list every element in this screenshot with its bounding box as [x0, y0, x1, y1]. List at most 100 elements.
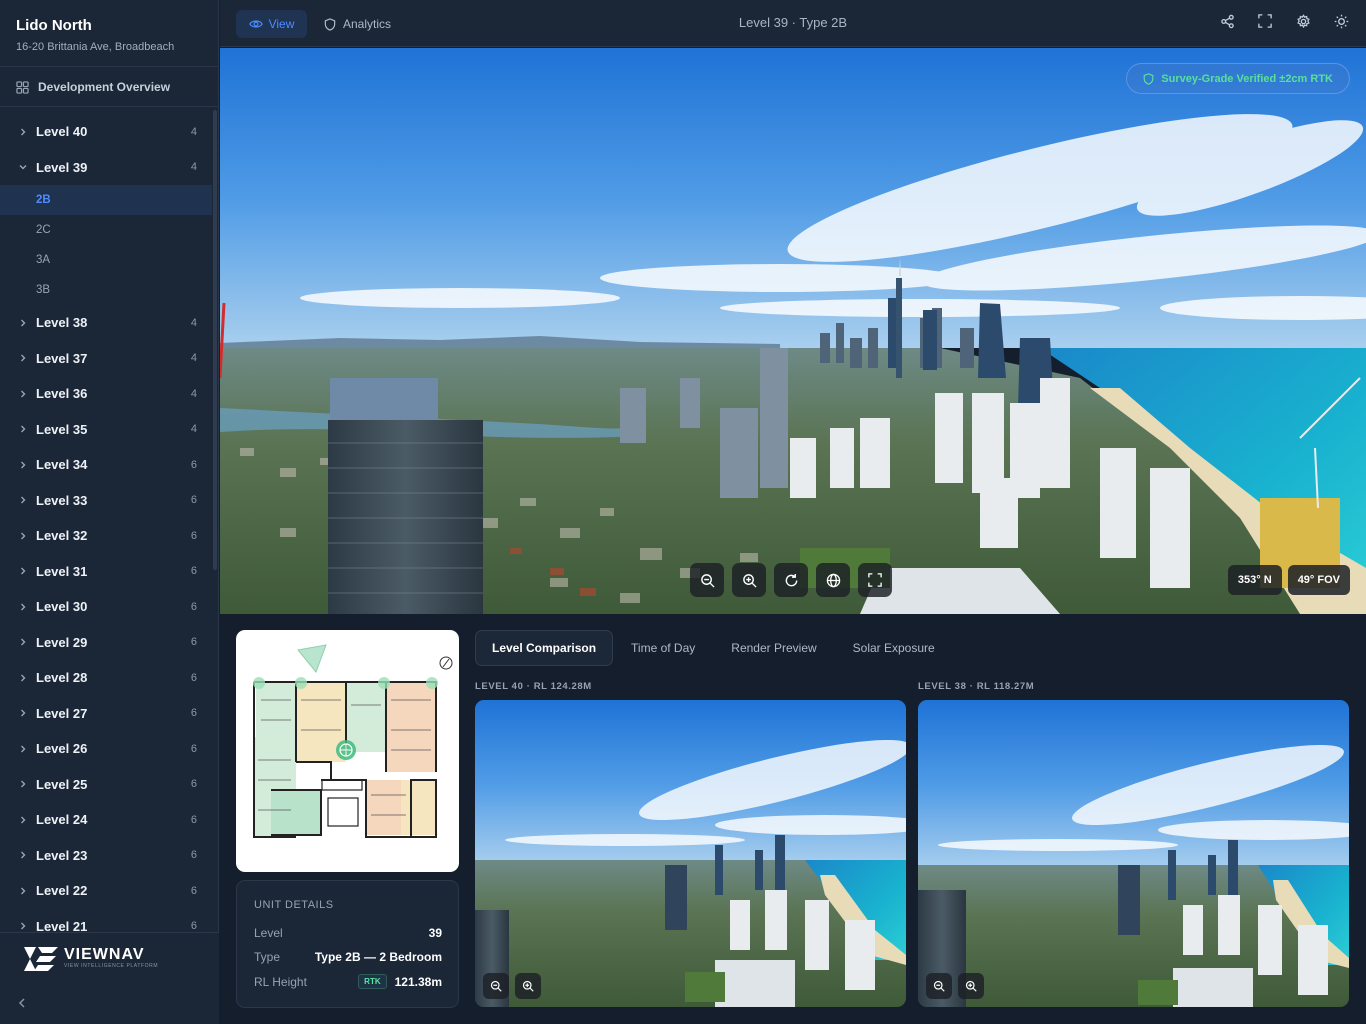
level-item-label: Level 34: [36, 457, 88, 473]
share-button[interactable]: [1218, 12, 1236, 30]
globe-icon: [826, 573, 840, 587]
chevron-right-icon: [21, 887, 26, 895]
development-overview-link[interactable]: Development Overview: [0, 68, 219, 107]
right-zoom-controls: [926, 973, 984, 999]
settings-button[interactable]: [1294, 12, 1312, 30]
rl-height-value: 121.38m: [394, 974, 442, 989]
chevron-right-icon: [21, 319, 26, 327]
sidebar-level-item[interactable]: Level 35 4: [0, 412, 212, 448]
sidebar-unit-item[interactable]: 2B: [0, 185, 212, 215]
sidebar-level-item[interactable]: Level 23 6: [0, 838, 212, 874]
level-item-label: Level 29: [36, 634, 88, 650]
chevron-right-icon: [21, 674, 26, 682]
settings-icon: [1296, 13, 1310, 28]
floor-plan-card[interactable]: [236, 630, 459, 872]
level-unit-count: 6: [190, 529, 197, 542]
theme-toggle-button[interactable]: [1332, 12, 1350, 30]
floor-plan-image: [253, 644, 453, 838]
sidebar-level-item[interactable]: Level 29 6: [0, 625, 212, 661]
right-comparison-label: LEVEL 38 · RL 118.27M: [918, 681, 1035, 692]
level-item-label: Level 22: [36, 883, 88, 899]
sidebar-level-item[interactable]: Level 22 6: [0, 873, 212, 909]
level-item-label: Level 35: [36, 421, 88, 437]
level-unit-count: 6: [190, 742, 197, 755]
sun-icon: [1334, 14, 1348, 28]
chevron-right-icon: [21, 532, 26, 540]
sidebar-scrollbar[interactable]: [213, 110, 217, 570]
sidebar-level-item[interactable]: Level 32 6: [0, 518, 212, 554]
level-item-label: Level 33: [36, 492, 88, 508]
level-item-label: Level 24: [36, 812, 88, 828]
zoom-out-button[interactable]: [690, 563, 724, 597]
left-zoom-controls: [483, 973, 541, 999]
chevron-right-icon: [21, 638, 26, 646]
zoom-in-icon: [522, 980, 534, 992]
level-unit-count: 6: [190, 458, 197, 471]
zoom-in-icon: [742, 573, 757, 588]
level-unit-count: 6: [190, 494, 197, 507]
type-label: Type: [254, 950, 281, 964]
collapse-sidebar-button[interactable]: [14, 995, 30, 1011]
level-unit-count: 6: [190, 600, 197, 613]
sidebar-level-item[interactable]: Level 36 4: [0, 376, 212, 412]
level-unit-count: 4: [190, 387, 197, 400]
sidebar-level-item[interactable]: Level 24 6: [0, 802, 212, 838]
comparison-tab[interactable]: Time of Day: [613, 630, 713, 666]
level-list: Level 40 4 Level 39 4 2B 2C 3A 3B Level 38 4 Level…: [0, 114, 212, 932]
right-zoom-in-button[interactable]: [958, 973, 984, 999]
sidebar-level-item[interactable]: Level 34 6: [0, 447, 212, 483]
project-name: Lido North: [16, 17, 92, 34]
level-label: Level: [254, 926, 283, 940]
sidebar-level-item[interactable]: Level 25 6: [0, 767, 212, 803]
sidebar-level-item[interactable]: Level 31 6: [0, 554, 212, 590]
level-unit-count: 6: [190, 636, 197, 649]
comparison-tab[interactable]: Level Comparison: [475, 630, 614, 666]
zoom-out-icon: [933, 980, 945, 992]
sidebar-level-item[interactable]: Level 33 6: [0, 483, 212, 519]
panorama-viewer[interactable]: Survey-Grade Verified ±2cm RTK 353° N 49…: [220, 48, 1366, 614]
zoom-in-button[interactable]: [732, 563, 766, 597]
level-value: 39: [428, 926, 442, 940]
chevron-right-icon: [21, 425, 26, 433]
sidebar-level-item[interactable]: Level 39 4: [0, 150, 212, 186]
logo-text: VIEWNAV: [64, 946, 145, 963]
level-item-label: Level 39: [36, 159, 88, 175]
reset-view-button[interactable]: [774, 563, 808, 597]
left-zoom-out-button[interactable]: [483, 973, 509, 999]
sidebar-unit-item[interactable]: 3A: [0, 245, 212, 275]
sidebar-level-item[interactable]: Level 21 6: [0, 909, 212, 932]
sidebar-level-item[interactable]: Level 38 4: [0, 305, 212, 341]
expand-button[interactable]: [858, 563, 892, 597]
sidebar-unit-item[interactable]: 2C: [0, 215, 212, 245]
logo-tagline: VIEW INTELLIGENCE PLATFORM: [64, 963, 159, 969]
fullscreen-button[interactable]: [1256, 12, 1274, 30]
sidebar: Lido North 16-20 Brittania Ave, Broadbea…: [0, 0, 219, 1024]
comparison-view-left[interactable]: [475, 700, 906, 1007]
sidebar-level-item[interactable]: Level 37 4: [0, 341, 212, 377]
sidebar-level-item[interactable]: Level 27 6: [0, 696, 212, 732]
left-zoom-in-button[interactable]: [515, 973, 541, 999]
comparison-tab[interactable]: Solar Exposure: [835, 630, 953, 666]
level-item-label: Level 25: [36, 776, 88, 792]
comparison-tab[interactable]: Render Preview: [713, 630, 834, 666]
comparison-view-right[interactable]: [918, 700, 1349, 1007]
zoom-in-icon: [965, 980, 977, 992]
sidebar-level-item[interactable]: Level 40 4: [0, 114, 212, 150]
globe-view-button[interactable]: [816, 563, 850, 597]
level-unit-count: 6: [190, 778, 197, 791]
level-item-label: Level 21: [36, 918, 88, 932]
zoom-out-icon: [490, 980, 502, 992]
rl-height-group: RTK 121.38m: [358, 974, 442, 989]
sidebar-level-item[interactable]: Level 30 6: [0, 589, 212, 625]
level-item-label: Level 30: [36, 599, 88, 615]
sidebar-level-item[interactable]: Level 26 6: [0, 731, 212, 767]
heading-readout: 353° N: [1227, 565, 1282, 595]
sidebar-unit-item[interactable]: 3B: [0, 275, 212, 305]
view-readouts: 353° N 49° FOV: [1227, 565, 1350, 595]
sidebar-level-item[interactable]: Level 28 6: [0, 660, 212, 696]
expand-icon: [868, 573, 882, 587]
top-bar: View Analytics Level 39 · Type 2B: [220, 0, 1366, 47]
right-zoom-out-button[interactable]: [926, 973, 952, 999]
level-item-label: Level 38: [36, 315, 88, 331]
zoom-out-icon: [700, 573, 715, 588]
